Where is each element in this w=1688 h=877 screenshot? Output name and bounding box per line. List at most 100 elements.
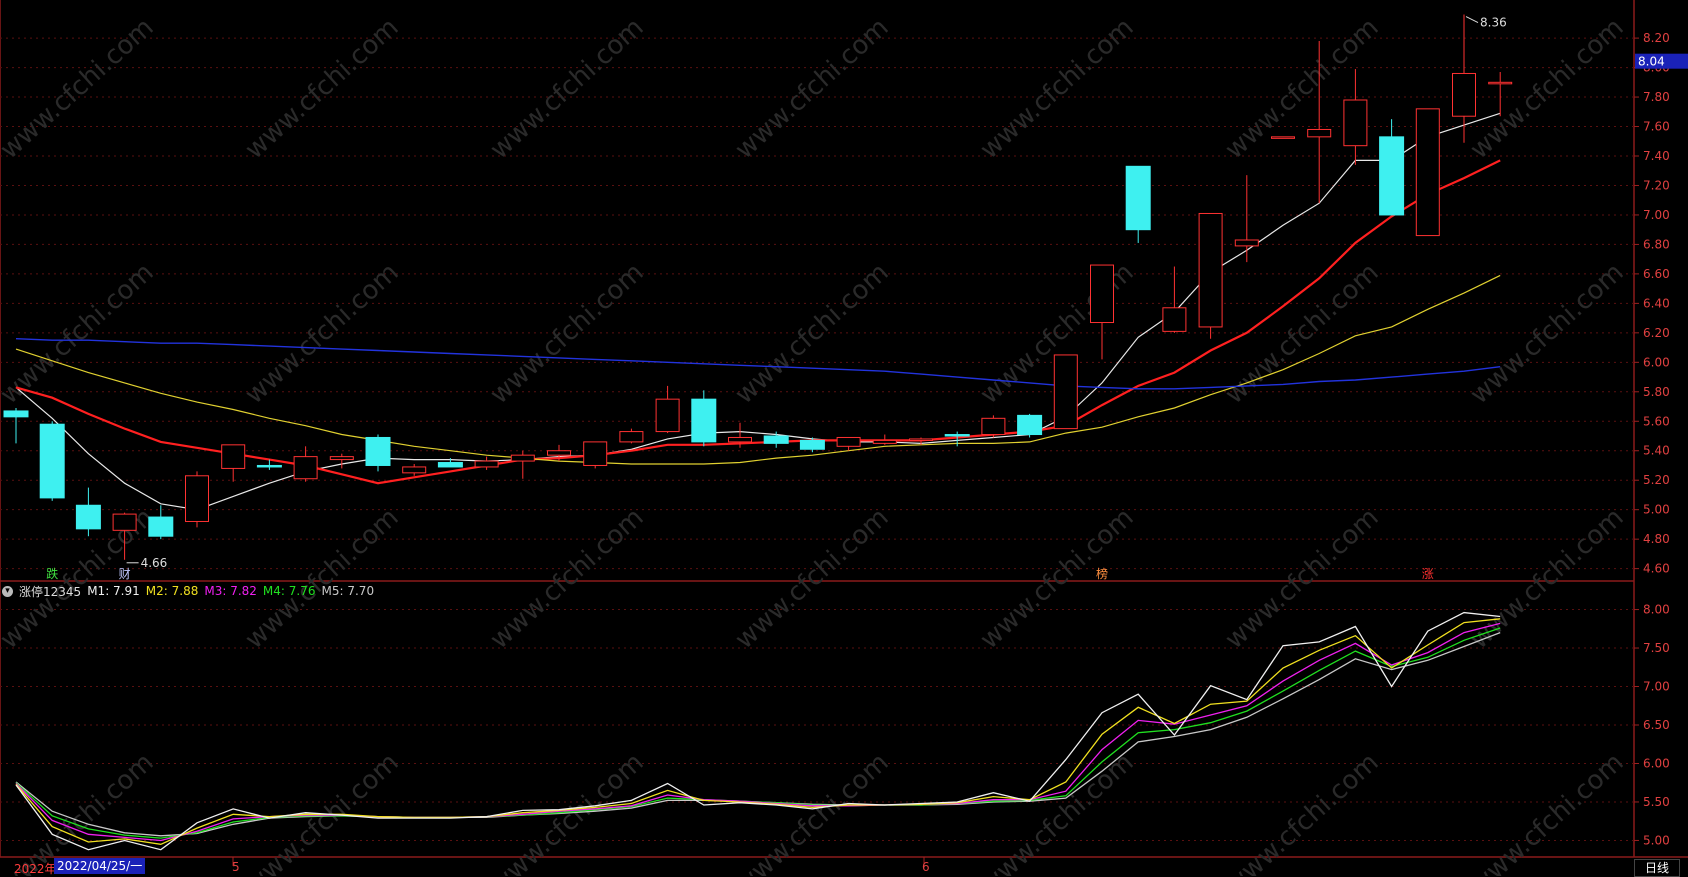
- indicator-tick-label: 5.50: [1643, 795, 1670, 809]
- candle-body: [1343, 99, 1368, 147]
- candle-body: [3, 410, 29, 418]
- current-price-label: 8.04: [1638, 55, 1665, 69]
- candle-body: [1488, 81, 1513, 85]
- high-price-label: 8.36: [1480, 16, 1507, 30]
- indicator-line-m3: [15, 622, 1501, 842]
- ma-line: [15, 159, 1501, 485]
- candle: [1234, 175, 1259, 263]
- indicator-tick-label: 5.00: [1643, 833, 1670, 847]
- legend-m4-value: 7.76: [288, 584, 316, 598]
- candle: [293, 446, 318, 482]
- candle: [1090, 264, 1114, 360]
- price-tick-label: 5.00: [1643, 503, 1670, 517]
- candle-body: [39, 423, 65, 499]
- candle: [836, 436, 861, 451]
- candle: [1415, 108, 1440, 237]
- indicator-line-m5: [15, 631, 1501, 837]
- watermark-text: www.cfchi.com: [0, 257, 160, 410]
- candle-body: [763, 435, 789, 444]
- price-tick-label: 4.80: [1643, 532, 1670, 546]
- candle: [981, 415, 1006, 438]
- watermark-text: www.cfchi.com: [730, 502, 895, 655]
- candle: [1198, 212, 1223, 339]
- candle-body: [75, 504, 101, 530]
- candle-body: [1017, 414, 1043, 436]
- indicator-legend: ▾ 涨停12345 M1: 7.91 M2: 7.88 M3: 7.82 M4:…: [2, 582, 374, 600]
- month-5-label: 5: [232, 860, 240, 874]
- cursor-date-label: 2022/04/25/一: [54, 858, 146, 874]
- candle-body: [510, 454, 535, 462]
- price-tick-label: 7.80: [1643, 90, 1670, 104]
- indicator-tick-label: 8.00: [1643, 603, 1670, 617]
- price-axis: 8.20 8.00 7.80 7.60 7.40 7.20 7.00 6.80 6.60 6.40…: [1634, 31, 1670, 847]
- candle-body: [112, 513, 137, 531]
- candle-body: [909, 438, 933, 441]
- candle-body: [547, 450, 571, 456]
- period-button[interactable]: 日线: [1634, 859, 1681, 877]
- watermark-text: www.cfchi.com: [730, 257, 895, 410]
- candle-body: [1234, 239, 1259, 247]
- indicator-name: 涨停12345: [19, 584, 82, 599]
- legend-m1-name: M1: [87, 584, 106, 598]
- price-tick-label: 6.40: [1643, 296, 1670, 310]
- legend-m2-value: 7.88: [171, 584, 199, 598]
- candle: [221, 444, 246, 482]
- legend-m5: M5: 7.70: [321, 584, 375, 598]
- indicator-toggle-icon[interactable]: ▾: [2, 585, 13, 597]
- price-tick-label: 5.80: [1643, 385, 1670, 399]
- candle-body: [691, 398, 717, 443]
- signal-marker: 财: [119, 567, 131, 581]
- watermark-text: www.cfchi.com: [240, 502, 405, 655]
- candle: [1162, 266, 1187, 333]
- candle-body: [872, 439, 897, 444]
- legend-m3-value: 7.82: [230, 584, 257, 598]
- watermark-text: www.cfchi.com: [485, 257, 650, 410]
- candle: [75, 487, 101, 537]
- candle-body: [293, 456, 318, 480]
- price-tick-label: 5.20: [1643, 473, 1670, 487]
- kline-chart[interactable]: www.cfchi.com www.cfchi.com www.cfchi.com w…: [0, 0, 1688, 876]
- signal-marker: 涨: [1422, 566, 1434, 581]
- candle: [510, 450, 535, 479]
- candle: [691, 390, 717, 447]
- signal-marker: 跌: [46, 566, 58, 581]
- legend-m1-value: 7.91: [113, 584, 140, 598]
- indicator-tick-label: 6.50: [1643, 718, 1670, 732]
- legend-m2: M2: 7.88: [145, 584, 199, 598]
- price-tick-label: 8.20: [1643, 31, 1670, 45]
- watermark-text: www.cfchi.com: [240, 257, 405, 410]
- price-tick-label: 7.20: [1643, 178, 1670, 192]
- candle-body: [437, 462, 463, 468]
- price-tick-label: 7.40: [1643, 149, 1670, 163]
- legend-m4-name: M4: [262, 584, 281, 598]
- candle-body: [655, 398, 680, 433]
- candle-body: [1090, 264, 1114, 324]
- month-6-label: 6: [922, 860, 930, 874]
- legend-m5-value: 7.70: [347, 584, 375, 598]
- price-tick-label: 4.60: [1643, 562, 1670, 576]
- candle-body: [1307, 128, 1332, 138]
- candle: [185, 471, 209, 528]
- price-tick-label: 7.00: [1643, 208, 1670, 222]
- legend-m2-name: M2: [145, 584, 164, 598]
- high-pointer: [1465, 16, 1479, 23]
- candle: [148, 505, 174, 540]
- watermark-text: www.cfchi.com: [1465, 12, 1630, 165]
- watermark-text: www.cfchi.com: [1220, 502, 1385, 655]
- candle-body: [1125, 165, 1151, 231]
- candle: [1343, 69, 1368, 165]
- candle-body: [1053, 354, 1078, 430]
- price-tick-label: 6.60: [1643, 267, 1670, 281]
- candle-body: [799, 439, 825, 450]
- price-tick-label: 5.40: [1643, 444, 1670, 458]
- candle: [1053, 354, 1078, 430]
- watermark-text: www.cfchi.com: [0, 12, 160, 165]
- candle: [1379, 119, 1405, 216]
- candle: [619, 428, 644, 444]
- year-label: 2022年: [14, 862, 57, 876]
- price-tick-label: 6.00: [1643, 355, 1670, 369]
- candle: [402, 464, 427, 476]
- candle-body: [329, 456, 354, 461]
- price-tick-label: 7.60: [1643, 120, 1670, 134]
- candle-body: [1379, 136, 1405, 216]
